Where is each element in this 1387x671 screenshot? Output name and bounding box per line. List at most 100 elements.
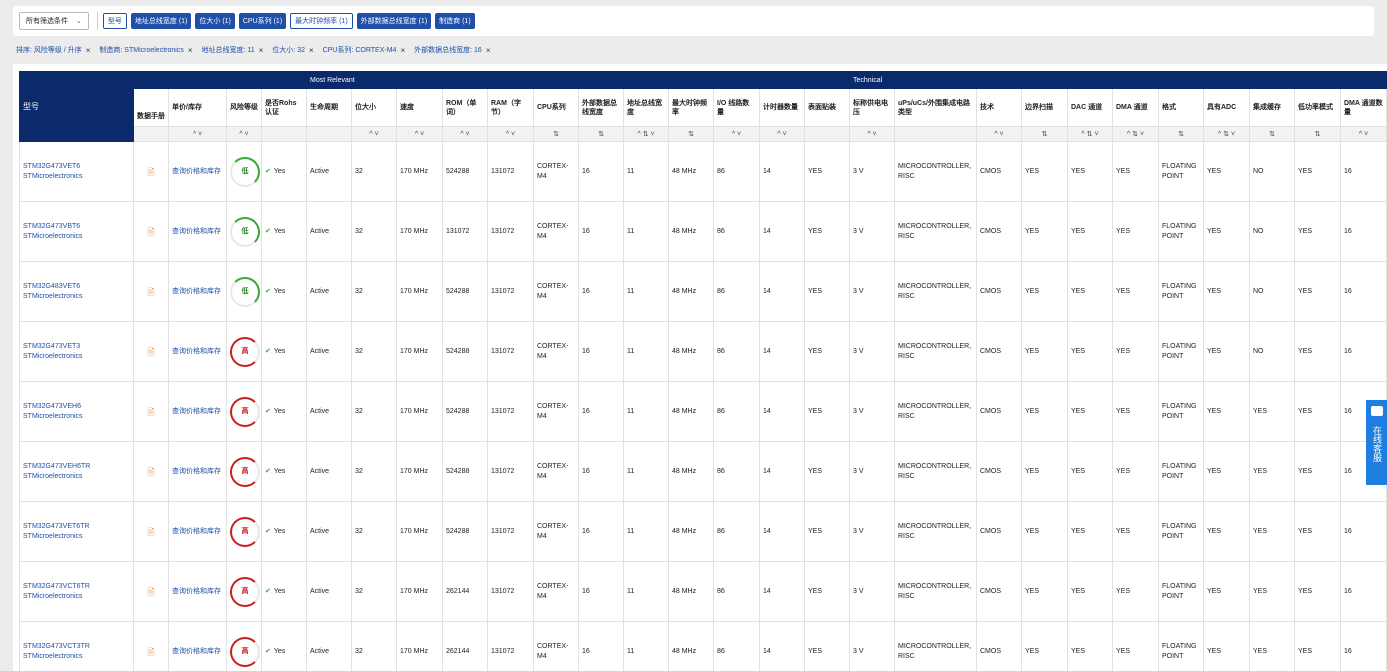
part-number-link[interactable]: STM32G473VCT3TR bbox=[23, 642, 130, 652]
column-header[interactable]: 速度 bbox=[396, 88, 443, 127]
price-stock-link[interactable]: 查询价格和库存 bbox=[172, 348, 221, 355]
column-header[interactable]: I/O 线路数量 bbox=[713, 88, 760, 127]
column-header[interactable]: 计时器数量 bbox=[759, 88, 805, 127]
column-header[interactable]: 格式 bbox=[1158, 88, 1204, 127]
table-row[interactable]: STM32G473VBT6 STMicroelectronics 🗎 查询价格和库存低… bbox=[19, 201, 1387, 262]
column-header[interactable]: DMA 通道 bbox=[1112, 88, 1159, 127]
filter-chip[interactable]: 最大时钟频率 (1) bbox=[290, 13, 353, 29]
table-row[interactable]: STM32G473VEH6TR STMicroelectronics 🗎 查询价格和库… bbox=[19, 441, 1387, 502]
datasheet-icon[interactable]: 🗎 bbox=[137, 647, 165, 657]
table-row[interactable]: STM32G473VCT6TR STMicroelectronics 🗎 查询价格和库… bbox=[19, 561, 1387, 622]
sort-control[interactable]: ^ ⇅ ˅ bbox=[1112, 126, 1159, 142]
column-header[interactable]: RAM（字节） bbox=[487, 88, 534, 127]
column-header[interactable]: 低功率模式 bbox=[1294, 88, 1341, 127]
filter-chip[interactable]: 外部数据总线宽度 (1) bbox=[356, 13, 432, 29]
sort-control[interactable]: ⇅ bbox=[533, 126, 579, 142]
sort-control[interactable]: ^ ⇅ ˅ bbox=[1203, 126, 1250, 142]
manufacturer-link[interactable]: STMicroelectronics bbox=[23, 172, 130, 182]
price-stock-link[interactable]: 查询价格和库存 bbox=[172, 408, 221, 415]
sort-control[interactable]: ⇅ bbox=[1158, 126, 1204, 142]
price-stock-link[interactable]: 查询价格和库存 bbox=[172, 288, 221, 295]
online-service-widget[interactable]: 在线客服 bbox=[1366, 400, 1387, 485]
close-icon[interactable]: × bbox=[486, 46, 491, 55]
column-header[interactable]: 生命周期 bbox=[306, 88, 352, 127]
manufacturer-link[interactable]: STMicroelectronics bbox=[23, 412, 130, 422]
datasheet-icon[interactable]: 🗎 bbox=[137, 527, 165, 537]
sort-control[interactable] bbox=[804, 126, 850, 142]
close-icon[interactable]: × bbox=[309, 46, 314, 55]
manufacturer-link[interactable]: STMicroelectronics bbox=[23, 232, 130, 242]
part-number-link[interactable]: STM32G473VEH6TR bbox=[23, 462, 130, 472]
sort-control[interactable]: ⇅ bbox=[1249, 126, 1295, 142]
sort-control[interactable]: ^ ˅ bbox=[226, 126, 262, 142]
sort-control[interactable] bbox=[133, 126, 169, 142]
datasheet-icon[interactable]: 🗎 bbox=[137, 167, 165, 177]
column-header[interactable]: 是否Rohs认证 bbox=[261, 88, 307, 127]
filter-chip[interactable]: 型号 bbox=[102, 13, 127, 29]
price-stock-link[interactable]: 查询价格和库存 bbox=[172, 648, 221, 655]
close-icon[interactable]: × bbox=[259, 46, 264, 55]
sort-control[interactable]: ^ ˅ bbox=[976, 126, 1022, 142]
table-row[interactable]: STM32G473VET6TR STMicroelectronics 🗎 查询价格和库… bbox=[19, 501, 1387, 562]
column-header[interactable]: 集成缓存 bbox=[1249, 88, 1295, 127]
part-number-header[interactable]: 型号 bbox=[19, 71, 134, 142]
column-header[interactable]: 风险等级 bbox=[226, 88, 262, 127]
sort-control[interactable]: ^ ˅ bbox=[849, 126, 895, 142]
sort-control[interactable]: ^ ˅ bbox=[713, 126, 760, 142]
part-number-link[interactable]: STM32G473VET6TR bbox=[23, 522, 130, 532]
table-row[interactable]: STM32G473VET3 STMicroelectronics 🗎 查询价格和库存高… bbox=[19, 321, 1387, 382]
column-header[interactable]: 单价/库存 bbox=[168, 88, 227, 127]
sort-control[interactable] bbox=[306, 126, 352, 142]
sort-control[interactable]: ^ ˅ bbox=[351, 126, 397, 142]
manufacturer-link[interactable]: STMicroelectronics bbox=[23, 352, 130, 362]
close-icon[interactable]: × bbox=[86, 46, 91, 55]
column-header[interactable]: DAC 通道 bbox=[1067, 88, 1113, 127]
sort-control[interactable]: ^ ˅ bbox=[1339, 126, 1387, 142]
manufacturer-link[interactable]: STMicroelectronics bbox=[23, 532, 130, 542]
sort-control[interactable]: ⇅ bbox=[1021, 126, 1068, 142]
part-number-link[interactable]: STM32G473VET3 bbox=[23, 342, 130, 352]
column-header[interactable]: 位大小 bbox=[351, 88, 397, 127]
column-header[interactable]: 数据手册 bbox=[133, 88, 169, 127]
part-number-link[interactable]: STM32G473VET6 bbox=[23, 162, 130, 172]
column-header[interactable]: 外部数据总线宽度 bbox=[578, 88, 624, 127]
sort-control[interactable]: ^ ˅ bbox=[168, 126, 227, 142]
sort-control[interactable]: ⇅ bbox=[668, 126, 714, 142]
filter-dropdown[interactable]: 所有筛选条件 ⌄ bbox=[19, 12, 89, 30]
column-header[interactable]: 地址总线宽度 bbox=[623, 88, 669, 127]
filter-chip[interactable]: 位大小 (1) bbox=[195, 13, 235, 29]
column-header[interactable]: 最大时钟频率 bbox=[668, 88, 714, 127]
datasheet-icon[interactable]: 🗎 bbox=[137, 407, 165, 417]
datasheet-icon[interactable]: 🗎 bbox=[137, 467, 165, 477]
sort-control[interactable] bbox=[261, 126, 307, 142]
part-number-link[interactable]: STM32G483VET6 bbox=[23, 282, 130, 292]
column-header[interactable]: 技术 bbox=[976, 88, 1022, 127]
column-header[interactable]: CPU系列 bbox=[533, 88, 579, 127]
sort-control[interactable] bbox=[894, 126, 977, 142]
column-header[interactable]: 表面贴装 bbox=[804, 88, 850, 127]
price-stock-link[interactable]: 查询价格和库存 bbox=[172, 168, 221, 175]
table-row[interactable]: STM32G483VET6 STMicroelectronics 🗎 查询价格和库存低… bbox=[19, 261, 1387, 322]
column-header[interactable]: 标称供电电压 bbox=[849, 88, 895, 127]
filter-chip[interactable]: 地址总线宽度 (1) bbox=[130, 13, 192, 29]
price-stock-link[interactable]: 查询价格和库存 bbox=[172, 528, 221, 535]
sort-control[interactable]: ^ ˅ bbox=[487, 126, 534, 142]
price-stock-link[interactable]: 查询价格和库存 bbox=[172, 468, 221, 475]
column-header[interactable]: ROM（单词） bbox=[442, 88, 488, 127]
column-header[interactable]: uPs/uCs/外围集成电路类型 bbox=[894, 88, 977, 127]
sort-control[interactable]: ^ ˅ bbox=[442, 126, 488, 142]
column-header[interactable]: 具有ADC bbox=[1203, 88, 1250, 127]
datasheet-icon[interactable]: 🗎 bbox=[137, 227, 165, 237]
part-number-link[interactable]: STM32G473VEH6 bbox=[23, 402, 130, 412]
datasheet-icon[interactable]: 🗎 bbox=[137, 587, 165, 597]
table-row[interactable]: STM32G473VEH6 STMicroelectronics 🗎 查询价格和库存高… bbox=[19, 381, 1387, 442]
sort-control[interactable]: ⇅ bbox=[1294, 126, 1341, 142]
filter-chip[interactable]: 制造商 (1) bbox=[435, 13, 475, 29]
close-icon[interactable]: × bbox=[400, 46, 405, 55]
close-icon[interactable]: × bbox=[188, 46, 193, 55]
manufacturer-link[interactable]: STMicroelectronics bbox=[23, 652, 130, 662]
table-row[interactable]: STM32G473VET6 STMicroelectronics 🗎 查询价格和库存低… bbox=[19, 141, 1387, 202]
part-number-link[interactable]: STM32G473VBT6 bbox=[23, 222, 130, 232]
part-number-link[interactable]: STM32G473VCT6TR bbox=[23, 582, 130, 592]
sort-control[interactable]: ⇅ bbox=[578, 126, 624, 142]
